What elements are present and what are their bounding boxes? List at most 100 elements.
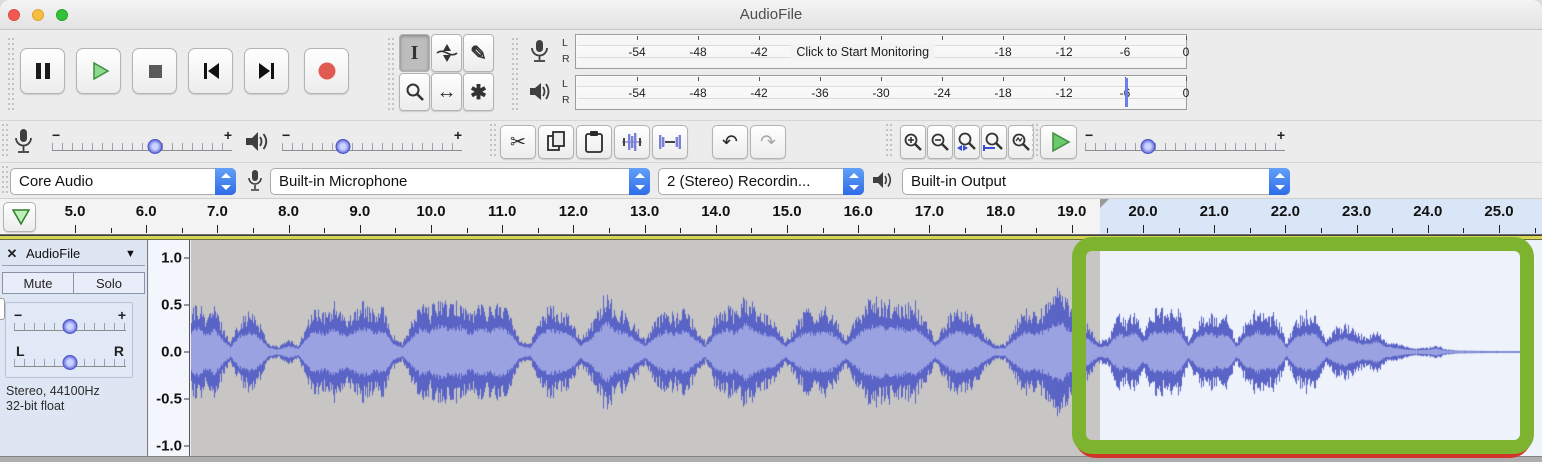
fit-selection-button[interactable] [954,125,980,159]
timeline-minor-tick [823,228,824,233]
zoom-tool-button[interactable] [399,73,430,111]
tools-toolbar-grip[interactable] [388,38,394,113]
timeline-label: 19.0 [1057,203,1086,220]
timeshift-tool-button[interactable]: ↔ [431,73,462,111]
track-menu-button[interactable]: ▼ [125,248,145,260]
minimize-window-button[interactable] [32,9,44,21]
timeline-label: 13.0 [630,203,659,220]
pan-thumb[interactable] [63,355,78,370]
pinned-play-head-button[interactable] [3,202,36,232]
timeline-label: 17.0 [915,203,944,220]
close-track-button[interactable]: ✕ [2,246,22,262]
meter-monitor-text[interactable]: Click to Start Monitoring [790,44,935,60]
meter-tick [759,36,760,40]
silence-audio-button[interactable] [652,125,688,159]
vertical-ruler-tick [184,352,189,353]
timeline-minor-tick [680,228,681,233]
title-bar[interactable]: AudioFile [0,0,1542,30]
pan-left-label: L [16,343,25,359]
draw-tool-button[interactable]: ✎ [463,34,494,72]
zoom-window-button[interactable] [56,9,68,21]
timeline-label: 8.0 [278,203,299,220]
recording-meter-bar[interactable]: -54-48-42-18-12-60Click to Start Monitor… [575,34,1187,69]
paste-button[interactable] [576,125,612,159]
playback-meter-bar[interactable]: -54-48-42-36-30-24-18-12-60 [575,75,1187,110]
undo-button[interactable]: ↶ [712,125,748,159]
transport-toolbar-grip[interactable] [8,38,14,113]
playback-meter-right-channel [577,98,1185,108]
timeline-label: 16.0 [844,203,873,220]
zoom-toggle-button[interactable] [1008,125,1034,159]
timeline-minor-tick [1250,228,1251,233]
timeline-minor-tick [1321,228,1322,233]
meter-tick [637,77,638,81]
skip-to-start-button[interactable] [188,48,233,94]
track-format-line1: Stereo, 44100Hz [6,384,100,399]
paste-icon [584,130,604,154]
trim-audio-button[interactable] [614,125,650,159]
meter-scale-label: -18 [994,86,1011,100]
play-at-speed-button[interactable] [1040,125,1077,159]
timeline-minor-tick [1463,228,1464,233]
input-device-select[interactable]: Built-in Microphone [270,168,650,195]
zoom-in-button[interactable] [900,125,926,159]
redo-button[interactable]: ↷ [750,125,786,159]
fit-project-button[interactable] [981,125,1007,159]
play-at-speed-grip[interactable] [1032,124,1038,158]
gain-thumb[interactable] [63,319,78,334]
meter-scale-label: -42 [750,45,767,59]
timeline-major-tick [645,225,646,233]
timeline-minor-tick [467,228,468,233]
skip-to-end-button[interactable] [244,48,289,94]
stop-button[interactable] [132,48,177,94]
meter-scale-label: -30 [872,86,889,100]
highlight-green-box [1072,237,1534,454]
track-name[interactable]: AudioFile [22,246,125,261]
zoom-toolbar-grip[interactable] [886,124,892,158]
timeline[interactable]: 5.06.07.08.09.010.011.012.013.014.015.01… [0,198,1542,235]
zoom-out-button[interactable] [927,125,953,159]
pause-button[interactable] [20,48,65,94]
close-window-button[interactable] [8,9,20,21]
playback-volume-thumb[interactable] [336,139,351,154]
vertical-scale-ruler[interactable]: 1.00.50.0-0.5-1.0 [149,240,190,456]
timeline-label: 14.0 [701,203,730,220]
meter-tick [698,36,699,40]
mixer-toolbar-grip[interactable] [2,124,8,158]
track-panel-notch[interactable] [0,298,5,320]
meter-scale-label: -48 [689,86,706,100]
device-toolbar-grip[interactable] [2,166,8,195]
timeline-minor-tick [253,228,254,233]
output-device-select[interactable]: Built-in Output [902,168,1290,195]
meter-toolbar-grip[interactable] [512,38,518,113]
cut-button[interactable]: ✂ [500,125,536,159]
vertical-ruler-label: 0.0 [161,344,182,361]
timeline-major-tick [360,225,361,233]
copy-button[interactable] [538,125,574,159]
multi-tool-button[interactable]: ✱ [463,73,494,111]
track-format-line2: 32-bit float [6,399,100,414]
edit-toolbar-grip[interactable] [490,124,496,158]
play-button[interactable] [76,48,121,94]
toolbar-row-top: I ✎ ↔ ✱ L R -54-4 [0,31,1542,120]
timeline-ruler[interactable]: 5.06.07.08.09.010.011.012.013.014.015.01… [40,199,1542,234]
audio-host-select[interactable]: Core Audio [10,168,236,195]
recording-volume-thumb[interactable] [147,139,162,154]
timeline-label: 18.0 [986,203,1015,220]
meter-scale-label: -6 [1120,45,1131,59]
envelope-tool-button[interactable] [431,34,462,72]
solo-button[interactable]: Solo [74,272,145,294]
record-icon [315,59,339,83]
input-channels-select[interactable]: 2 (Stereo) Recordin... [658,168,864,195]
play-speed-thumb[interactable] [1141,139,1156,154]
output-device-speaker-icon [872,169,894,193]
timeline-major-tick [217,225,218,233]
envelope-tool-icon [435,42,459,64]
timeline-minor-tick [751,228,752,233]
gain-plus-label: + [118,307,126,323]
timeline-selection-marker[interactable] [1100,199,1109,208]
meter-tick [1064,36,1065,40]
selection-tool-button[interactable]: I [399,34,430,72]
mute-button[interactable]: Mute [2,272,74,294]
record-button[interactable] [304,48,349,94]
